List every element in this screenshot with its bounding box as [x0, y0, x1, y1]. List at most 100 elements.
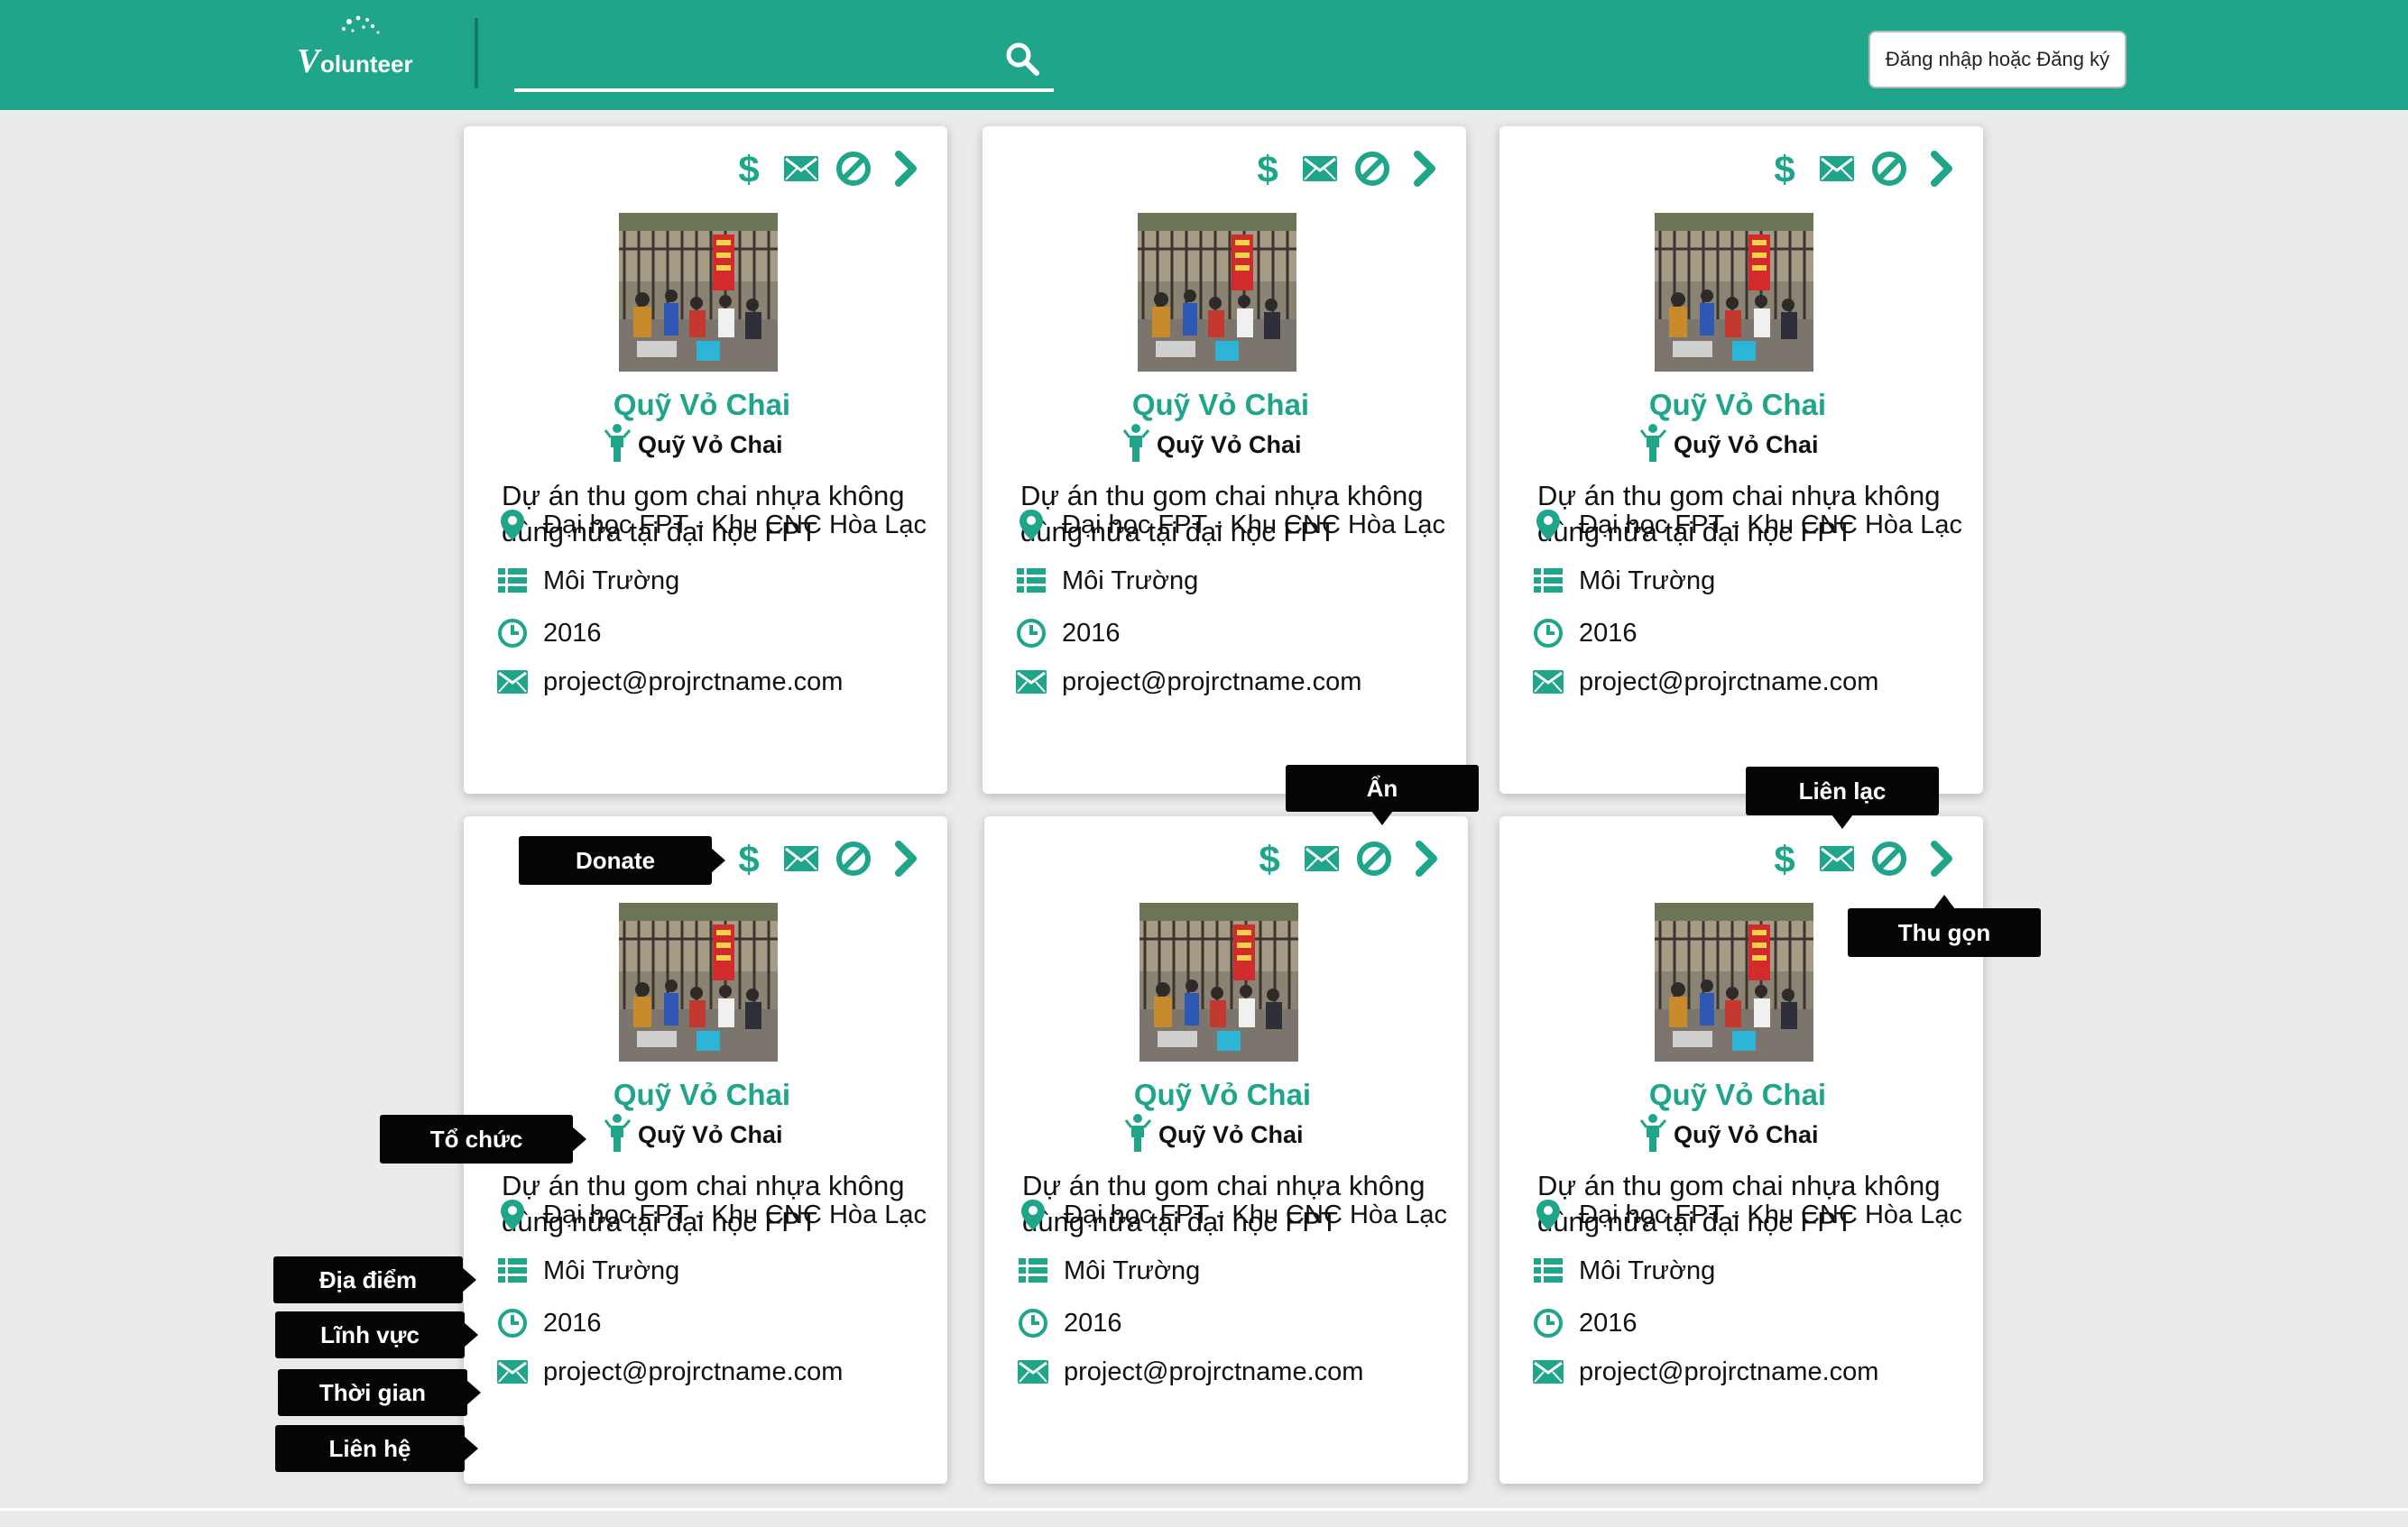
location-row: Đại học FPT - Khu CNC Hòa Lạc — [1015, 505, 1445, 545]
project-card: $ Quỹ Vỏ Chai Quỹ Vỏ Chai Dự án thu gom … — [464, 126, 947, 794]
ban-icon[interactable] — [1354, 839, 1394, 878]
chevron-right-icon[interactable] — [1922, 839, 1961, 878]
year-text: 2016 — [1579, 618, 1638, 648]
svg-text:$: $ — [1774, 149, 1794, 189]
dollar-icon[interactable]: $ — [1765, 839, 1804, 878]
location-text: Đại học FPT - Khu CNC Hòa Lạc — [543, 1200, 927, 1229]
email-text[interactable]: project@projrctname.com — [1062, 667, 1361, 697]
dollar-icon[interactable]: $ — [1248, 149, 1287, 189]
logo-separator — [475, 18, 478, 88]
map-pin-icon — [496, 509, 529, 541]
card-actions: $ — [1765, 146, 1961, 191]
email-text[interactable]: project@projrctname.com — [1579, 1357, 1878, 1387]
envelope-icon — [1532, 666, 1564, 698]
location-text: Đại học FPT - Khu CNC Hòa Lạc — [1062, 510, 1445, 539]
project-card: $ Quỹ Vỏ Chai Quỹ Vỏ Chai Dự án thu gom … — [984, 816, 1468, 1484]
svg-text:$: $ — [738, 149, 759, 189]
field-row: Môi Trường — [1532, 561, 1715, 601]
location-text: Đại học FPT - Khu CNC Hòa Lạc — [1064, 1200, 1447, 1229]
volunteer-logo[interactable]: V olunteer — [293, 13, 447, 94]
email-row: project@projrctname.com — [1017, 1352, 1363, 1392]
email-text[interactable]: project@projrctname.com — [1579, 667, 1878, 697]
project-photo[interactable] — [1655, 903, 1813, 1062]
project-photo[interactable] — [619, 903, 778, 1062]
dollar-icon[interactable]: $ — [1765, 149, 1804, 189]
envelope-icon — [1015, 666, 1047, 698]
chevron-right-icon[interactable] — [1405, 149, 1444, 189]
volunteer-person-icon — [1122, 423, 1150, 467]
envelope-icon[interactable] — [781, 149, 821, 189]
organization-name[interactable]: Quỹ Vỏ Chai — [638, 1121, 783, 1149]
organization-name[interactable]: Quỹ Vỏ Chai — [1674, 431, 1819, 459]
organization-row: Quỹ Vỏ Chai — [604, 423, 783, 467]
time-row: 2016 — [1015, 613, 1121, 653]
list-icon — [1015, 565, 1047, 597]
search-input[interactable] — [514, 88, 1054, 92]
field-text: Môi Trường — [1579, 566, 1716, 595]
project-photo[interactable] — [1139, 903, 1298, 1062]
ban-icon[interactable] — [1352, 149, 1392, 189]
email-text[interactable]: project@projrctname.com — [543, 1357, 843, 1387]
card-actions: $ — [729, 146, 926, 191]
organization-row: Quỹ Vỏ Chai — [604, 1113, 783, 1155]
chevron-right-icon[interactable] — [886, 149, 926, 189]
list-icon — [496, 1255, 529, 1287]
ban-icon[interactable] — [834, 149, 873, 189]
search-icon[interactable] — [1003, 40, 1043, 79]
organization-name[interactable]: Quỹ Vỏ Chai — [638, 431, 783, 459]
location-text: Đại học FPT - Khu CNC Hòa Lạc — [1579, 1200, 1962, 1229]
clock-icon — [496, 617, 529, 649]
envelope-icon[interactable] — [1302, 839, 1342, 878]
top-header: V olunteer Đăng nhập hoặc Đăng ký — [0, 0, 2408, 110]
year-text: 2016 — [1064, 1308, 1122, 1338]
dollar-icon[interactable]: $ — [1250, 839, 1289, 878]
project-photo[interactable] — [619, 213, 778, 372]
svg-text:$: $ — [1257, 149, 1278, 189]
organization-name[interactable]: Quỹ Vỏ Chai — [1674, 1121, 1819, 1149]
time-row: 2016 — [1017, 1303, 1122, 1343]
organization-name[interactable]: Quỹ Vỏ Chai — [1158, 1121, 1304, 1149]
location-row: Đại học FPT - Khu CNC Hòa Lạc — [1532, 505, 1962, 545]
envelope-icon[interactable] — [1817, 839, 1857, 878]
ban-icon[interactable] — [1869, 149, 1909, 189]
dollar-icon[interactable]: $ — [729, 149, 769, 189]
project-name[interactable]: Quỹ Vỏ Chai — [464, 1078, 940, 1112]
login-register-button[interactable]: Đăng nhập hoặc Đăng ký — [1868, 31, 2127, 88]
clock-icon — [1015, 617, 1047, 649]
email-text[interactable]: project@projrctname.com — [543, 667, 843, 697]
volunteer-person-icon — [604, 423, 632, 467]
project-name[interactable]: Quỹ Vỏ Chai — [1499, 1078, 1976, 1112]
tooltip-contact-info: Liên hệ — [275, 1425, 478, 1472]
project-photo[interactable] — [1138, 213, 1296, 372]
project-name[interactable]: Quỹ Vỏ Chai — [984, 1078, 1461, 1112]
chevron-right-icon[interactable] — [1407, 839, 1446, 878]
location-row: Đại học FPT - Khu CNC Hòa Lạc — [1017, 1195, 1447, 1235]
location-text: Đại học FPT - Khu CNC Hòa Lạc — [1579, 510, 1962, 539]
chevron-right-icon[interactable] — [1922, 149, 1961, 189]
project-name[interactable]: Quỹ Vỏ Chai — [464, 388, 940, 422]
envelope-icon[interactable] — [1817, 149, 1857, 189]
svg-text:olunteer: olunteer — [320, 51, 413, 78]
tooltip-location: Địa điểm — [273, 1256, 476, 1303]
organization-name[interactable]: Quỹ Vỏ Chai — [1157, 431, 1302, 459]
time-row: 2016 — [1532, 1303, 1638, 1343]
time-row: 2016 — [1532, 613, 1638, 653]
project-photo[interactable] — [1655, 213, 1813, 372]
email-text[interactable]: project@projrctname.com — [1064, 1357, 1363, 1387]
dollar-icon[interactable]: $ — [729, 839, 769, 878]
envelope-icon[interactable] — [1300, 149, 1340, 189]
list-icon — [496, 565, 529, 597]
organization-row: Quỹ Vỏ Chai — [1639, 423, 1819, 465]
ban-icon[interactable] — [1869, 839, 1909, 878]
tooltip-hide: Ẩn — [1286, 765, 1479, 825]
chevron-right-icon[interactable] — [886, 839, 926, 878]
tooltip-donate: Donate — [519, 836, 725, 885]
project-name[interactable]: Quỹ Vỏ Chai — [1499, 388, 1976, 422]
list-icon — [1017, 1255, 1049, 1287]
project-name[interactable]: Quỹ Vỏ Chai — [983, 388, 1459, 422]
map-pin-icon — [1532, 509, 1564, 541]
ban-icon[interactable] — [834, 839, 873, 878]
clock-icon — [1532, 617, 1564, 649]
envelope-icon[interactable] — [781, 839, 821, 878]
organization-row: Quỹ Vỏ Chai — [1639, 1113, 1819, 1155]
